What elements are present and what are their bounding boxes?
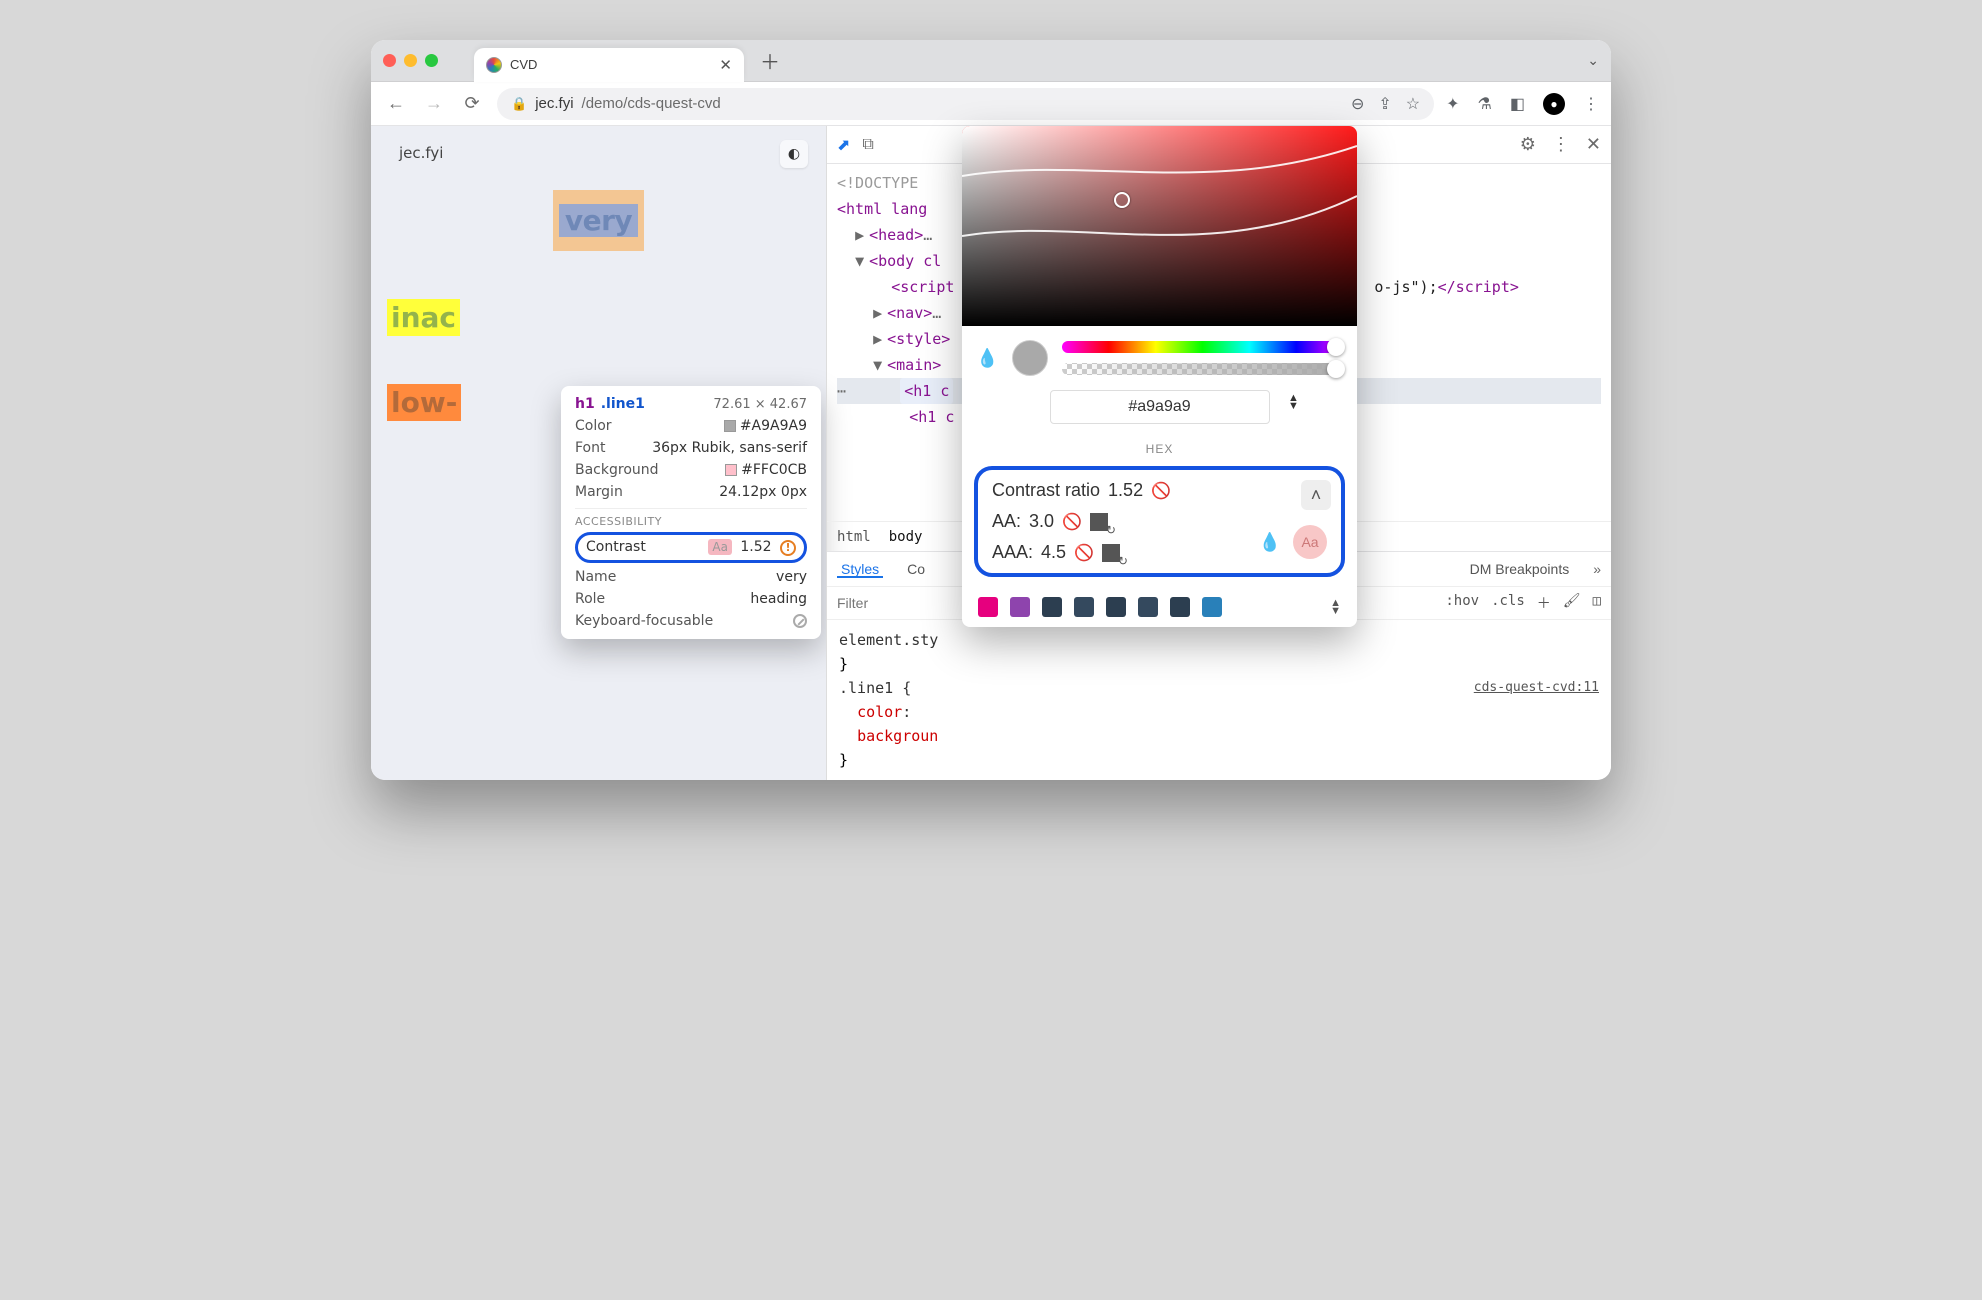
new-style-rule-icon[interactable]: ＋ bbox=[1537, 593, 1551, 613]
spectrum-area[interactable] bbox=[962, 126, 1357, 326]
close-tab-icon[interactable]: ✕ bbox=[719, 56, 732, 74]
palette-more-icon[interactable]: ▲▼ bbox=[1330, 599, 1341, 615]
paint-icon[interactable]: 🖌 bbox=[1563, 593, 1581, 613]
palette-swatch[interactable] bbox=[1170, 597, 1190, 617]
settings-icon[interactable]: ⚙ bbox=[1520, 134, 1536, 155]
sample-block-very: very bbox=[553, 190, 644, 251]
computed-toggle-icon[interactable]: ◫ bbox=[1593, 593, 1601, 613]
warning-icon: ! bbox=[780, 540, 796, 556]
new-tab-button[interactable]: ＋ bbox=[760, 46, 780, 75]
aa-fail-icon: 🚫 bbox=[1062, 512, 1082, 532]
window-controls bbox=[383, 54, 438, 67]
contrast-preview-chip: Aa bbox=[1293, 525, 1327, 559]
device-toolbar-icon[interactable]: ⧉ bbox=[862, 136, 873, 154]
color-picker-popover: 💧 ▲▼ HEX Contrast ratio 1.52 bbox=[962, 126, 1357, 627]
contrast-aa-chip: Aa bbox=[708, 539, 732, 555]
tooltip-contrast-row: Contrast Aa 1.52 ! bbox=[575, 532, 807, 563]
devtools-menu-icon[interactable]: ⋮ bbox=[1552, 134, 1570, 155]
more-tabs-icon[interactable]: » bbox=[1583, 561, 1611, 577]
alpha-slider[interactable] bbox=[1062, 363, 1343, 375]
back-button[interactable]: ← bbox=[383, 93, 409, 114]
omnibox[interactable]: 🔒 jec.fyi/demo/cds-quest-cvd ⊖ ⇪ ☆ bbox=[497, 88, 1434, 120]
aaa-fail-icon: 🚫 bbox=[1074, 543, 1094, 563]
extensions-icon[interactable]: ✦ bbox=[1446, 94, 1459, 114]
inspect-element-icon[interactable]: ⬈ bbox=[837, 135, 850, 155]
labs-icon[interactable]: ⚗ bbox=[1478, 94, 1492, 114]
palette-swatch[interactable] bbox=[1138, 597, 1158, 617]
not-focusable-icon bbox=[793, 614, 807, 628]
element-tooltip: h1.line1 72.61 × 42.67 Color #A9A9A9 Fon… bbox=[561, 386, 821, 639]
hov-toggle[interactable]: :hov bbox=[1445, 593, 1479, 613]
color-swatch-icon bbox=[724, 420, 736, 432]
contrast-fail-icon: 🚫 bbox=[1151, 481, 1171, 501]
close-devtools-icon[interactable]: ✕ bbox=[1586, 134, 1601, 155]
palette-swatch[interactable] bbox=[1042, 597, 1062, 617]
hue-slider[interactable] bbox=[1062, 341, 1343, 353]
minimize-window-button[interactable] bbox=[404, 54, 417, 67]
devtools-panel: ⬈ ⧉ ⚙ ⋮ ✕ <!DOCTYPE <html lang ▶<head>… … bbox=[826, 126, 1611, 780]
url-path: /demo/cds-quest-cvd bbox=[582, 95, 721, 112]
toolbar: ← → ⟳ 🔒 jec.fyi/demo/cds-quest-cvd ⊖ ⇪ ☆… bbox=[371, 82, 1611, 126]
star-icon[interactable]: ☆ bbox=[1406, 94, 1420, 114]
favicon-icon bbox=[486, 57, 502, 73]
tab-dom-breakpoints[interactable]: DM Breakpoints bbox=[1456, 561, 1584, 577]
reload-button[interactable]: ⟳ bbox=[459, 93, 485, 114]
alpha-thumb[interactable] bbox=[1327, 360, 1345, 378]
tabs-menu-icon[interactable]: ⌄ bbox=[1587, 52, 1599, 69]
zoom-out-icon[interactable]: ⊖ bbox=[1351, 94, 1364, 114]
spectrum-thumb[interactable] bbox=[1114, 192, 1130, 208]
hex-input[interactable] bbox=[1050, 390, 1270, 424]
sample-block-inac: inac bbox=[387, 299, 460, 336]
url-host: jec.fyi bbox=[535, 95, 573, 112]
toolbar-actions: ✦ ⚗ ◧ ● ⋮ bbox=[1446, 93, 1599, 115]
dark-mode-toggle[interactable]: ◐ bbox=[780, 140, 808, 168]
palette-swatch[interactable] bbox=[978, 597, 998, 617]
tooltip-class: .line1 bbox=[601, 396, 645, 412]
tab-styles[interactable]: Styles bbox=[827, 561, 893, 577]
rule-source-link[interactable]: cds-quest-cvd:11 bbox=[1474, 676, 1599, 700]
titlebar: CVD ✕ ＋ ⌄ bbox=[371, 40, 1611, 82]
close-window-button[interactable] bbox=[383, 54, 396, 67]
palette-row: ▲▼ bbox=[962, 587, 1357, 627]
cls-toggle[interactable]: .cls bbox=[1491, 593, 1525, 613]
tooltip-a11y-heading: ACCESSIBILITY bbox=[575, 508, 807, 528]
tab-title: CVD bbox=[510, 57, 537, 72]
aaa-fix-icon[interactable] bbox=[1102, 544, 1120, 562]
browser-tab[interactable]: CVD ✕ bbox=[474, 48, 744, 82]
eyedropper-icon[interactable]: 💧 bbox=[976, 348, 998, 369]
browser-window: CVD ✕ ＋ ⌄ ← → ⟳ 🔒 jec.fyi/demo/cds-quest… bbox=[371, 40, 1611, 780]
current-color-chip bbox=[1012, 340, 1048, 376]
palette-swatch[interactable] bbox=[1074, 597, 1094, 617]
palette-swatch[interactable] bbox=[1202, 597, 1222, 617]
tab-computed[interactable]: Co bbox=[893, 561, 939, 577]
profile-avatar-icon[interactable]: ● bbox=[1543, 93, 1565, 115]
sidepanel-icon[interactable]: ◧ bbox=[1510, 94, 1525, 114]
forward-button[interactable]: → bbox=[421, 93, 447, 114]
tooltip-dimensions: 72.61 × 42.67 bbox=[713, 397, 807, 412]
sample-block-low: low- bbox=[387, 384, 461, 421]
hex-label: HEX bbox=[1146, 442, 1174, 456]
page-viewport: jec.fyi ◐ very inac low- h1 .line1 72.61 … bbox=[371, 126, 826, 780]
sample-text-very: very bbox=[559, 204, 638, 237]
site-name: jec.fyi bbox=[399, 144, 798, 162]
color-format-toggle[interactable]: ▲▼ bbox=[1288, 394, 1299, 410]
kebab-menu-icon[interactable]: ⋮ bbox=[1583, 94, 1599, 114]
share-icon[interactable]: ⇪ bbox=[1378, 94, 1391, 114]
contrast-ratio-value: 1.52 bbox=[1108, 480, 1143, 501]
lock-icon: 🔒 bbox=[511, 96, 527, 112]
bg-swatch-icon bbox=[725, 464, 737, 476]
maximize-window-button[interactable] bbox=[425, 54, 438, 67]
hue-thumb[interactable] bbox=[1327, 338, 1345, 356]
tooltip-contrast-value: 1.52 bbox=[740, 539, 771, 555]
contrast-collapse-icon[interactable]: ˄ bbox=[1301, 480, 1331, 510]
bg-eyedropper-icon[interactable]: 💧 bbox=[1259, 532, 1281, 553]
styles-pane[interactable]: element.sty } .line1 { cds-quest-cvd:11 … bbox=[827, 620, 1611, 780]
palette-swatch[interactable] bbox=[1106, 597, 1126, 617]
contrast-ratio-box: Contrast ratio 1.52 🚫 ˄ AA: 3.0 🚫 AAA: 4… bbox=[974, 466, 1345, 577]
palette-swatch[interactable] bbox=[1010, 597, 1030, 617]
aa-fix-icon[interactable] bbox=[1090, 513, 1108, 531]
tooltip-tag: h1 bbox=[575, 396, 595, 412]
